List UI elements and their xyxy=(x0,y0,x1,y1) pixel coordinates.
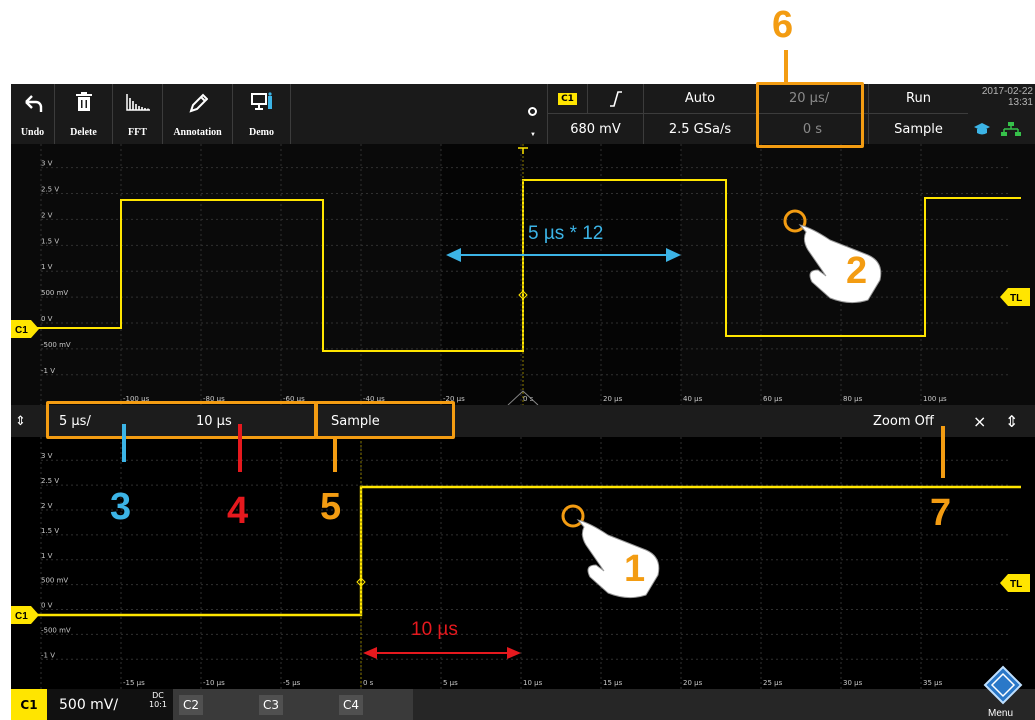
callout-1: 1 xyxy=(624,548,646,590)
callout-5: 5 xyxy=(320,486,342,528)
callout-7: 7 xyxy=(930,492,952,534)
callout-6: 6 xyxy=(772,4,794,46)
touch-hand-icon-2 xyxy=(798,224,882,304)
callout-lines xyxy=(122,50,945,599)
callout-2: 2 xyxy=(846,250,868,292)
callout-4: 4 xyxy=(227,490,249,532)
callout-3: 3 xyxy=(110,486,132,528)
touch-hand-icon-1 xyxy=(576,519,660,599)
